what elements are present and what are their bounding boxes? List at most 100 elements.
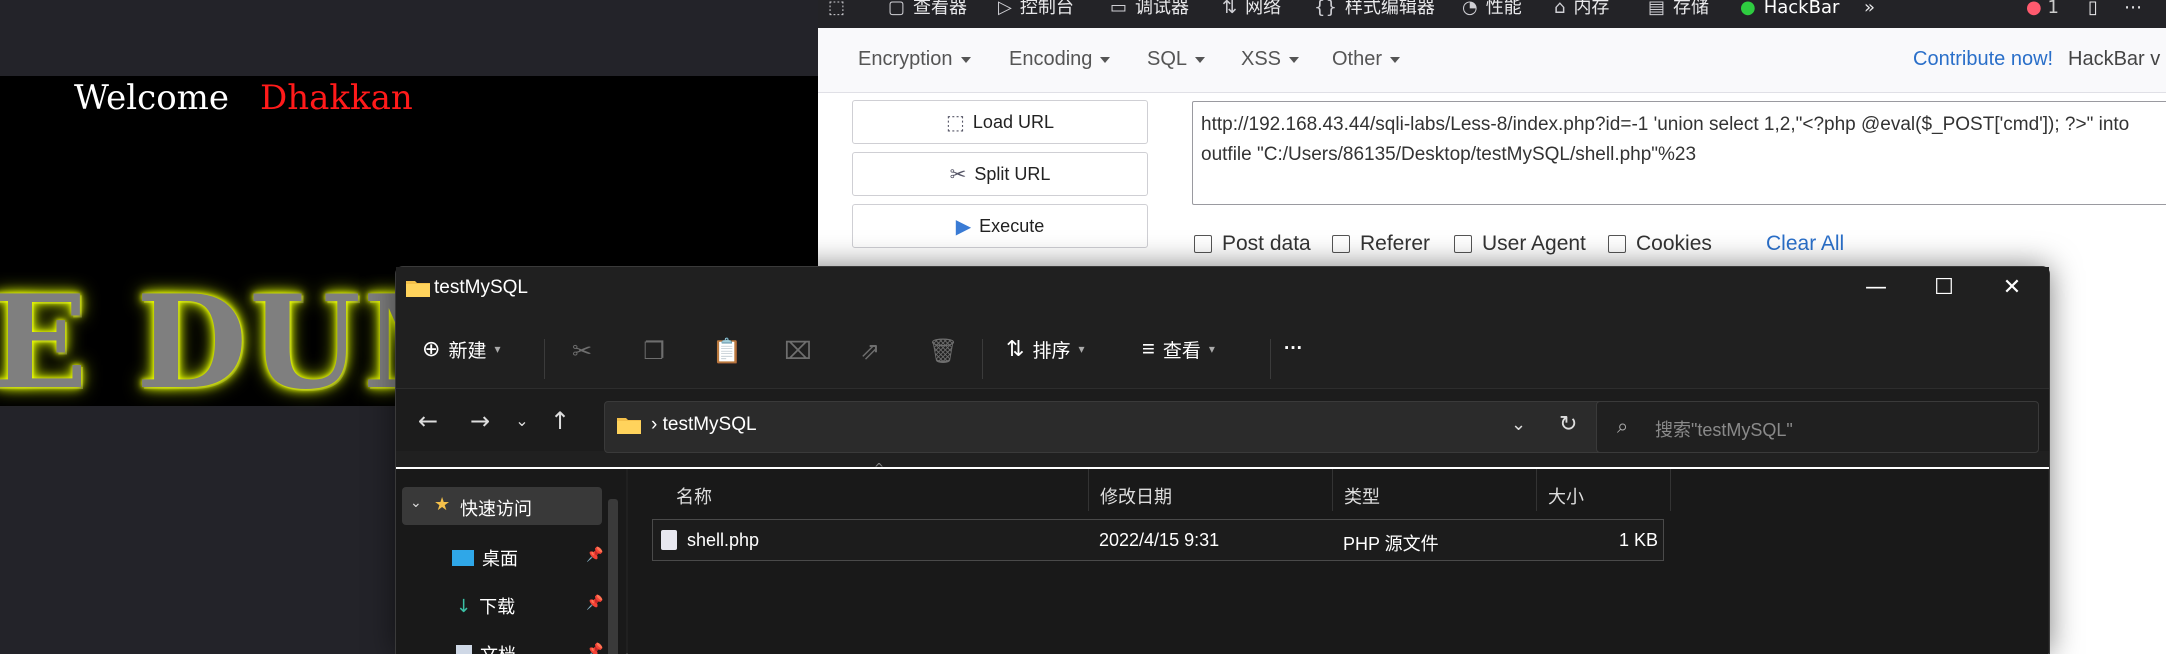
divider [982,339,983,379]
close-button[interactable]: ✕ [1992,275,2032,301]
file-name: shell.php [687,530,760,550]
post-data-checkbox[interactable]: Post data [1194,232,1311,256]
chevron-down-icon: ▾ [1078,342,1085,356]
error-badge[interactable]: ● 1 [2026,0,2059,28]
menu-sql[interactable]: SQL [1147,48,1205,71]
address-bar[interactable]: › testMySQL ⌄ ↻ [604,401,1606,453]
tab-memory[interactable]: ⌂ 内存 [1554,0,1609,28]
divider [1536,469,1537,511]
folder-icon [617,418,641,434]
tab-network[interactable]: ⇅ 网络 [1222,0,1281,28]
php-file-icon [661,530,677,550]
user-agent-checkbox[interactable]: User Agent [1454,232,1586,256]
url-input[interactable]: http://192.168.43.44/sqli-labs/Less-8/in… [1192,101,2166,205]
debugger-icon: ▭ [1110,0,1128,18]
view-button[interactable]: ≡ 查看 ▾ [1142,331,1215,367]
title-bar[interactable]: testMySQL — ☐ ✕ [396,267,2049,309]
file-size: 1 KB [1619,530,1659,550]
memory-icon: ⌂ [1554,0,1566,18]
menu-other[interactable]: Other [1332,48,1400,71]
folder-icon [406,281,430,297]
load-url-icon: ⬚ [946,111,965,134]
referer-checkbox[interactable]: Referer [1332,232,1430,256]
desktop-icon [452,550,474,566]
sidebar-item-documents[interactable]: 文档 [456,641,516,654]
file-list: ^ 名称 修改日期 类型 大小 shell.php 2022/4/15 9:31… [628,461,2048,654]
rename-icon[interactable]: ⌧ [784,337,812,365]
sort-icon: ⇅ [1006,336,1025,361]
execute-button[interactable]: ▶ Execute [852,204,1148,248]
divider [1270,339,1271,379]
search-box[interactable]: ⌕ 搜索"testMySQL" [1596,401,2039,453]
hackbar-icon: ● [1740,0,1756,18]
quick-access-item[interactable]: ⌄ ★ 快速访问 [402,487,602,525]
file-type: PHP 源文件 [1343,534,1439,554]
hackbar-menu: Encryption Encoding SQL XSS Other Contri… [818,28,2166,93]
back-arrow-icon[interactable]: ← [412,405,444,437]
divider [544,339,545,379]
window-title: testMySQL [434,277,528,298]
navigation-pane: ⌄ ★ 快速访问 桌面 📌 ↓下载 📌 文档 📌 [396,469,626,654]
tab-storage[interactable]: ▤ 存储 [1648,0,1709,28]
load-url-button[interactable]: ⬚ Load URL [852,100,1148,144]
sidebar-item-downloads[interactable]: ↓ 下载 [456,593,515,619]
devtools-toolbar: ⬚ ▢ 查看器 ▷ 控制台 ▭ 调试器 ⇅ 网络 {} 样式编辑器 ◔ 性能 ⌂ 内存 ▤ 存储… [818,0,2166,28]
tab-inspector[interactable]: ▢ 查看器 [888,0,967,28]
menu-encoding[interactable]: Encoding [1009,48,1110,71]
search-input[interactable]: 搜索"testMySQL" [1655,416,1793,442]
copy-icon[interactable]: ❐ [640,337,668,365]
network-icon: ⇅ [1222,0,1238,18]
pin-icon[interactable]: 📌 [586,595,603,611]
chevron-down-icon[interactable]: ⌄ [1511,414,1526,435]
tab-console[interactable]: ▷ 控制台 [998,0,1074,28]
address-path: › testMySQL [651,414,757,435]
column-header-modified[interactable]: 修改日期 [1100,483,1172,509]
recent-chevron-icon[interactable]: ⌄ [506,405,538,437]
console-icon: ▷ [998,0,1012,18]
maximize-button[interactable]: ☐ [1924,275,1964,301]
dock-icon[interactable]: ▯ [2088,0,2098,28]
menu-dots-icon[interactable]: ⋯ [2124,0,2142,28]
overflow-chevron-icon[interactable]: » [1864,0,1875,28]
delete-icon[interactable]: 🗑 [928,337,958,365]
up-arrow-icon[interactable]: ↑ [544,405,576,437]
paste-icon[interactable]: 📋 [712,337,742,365]
column-header-size[interactable]: 大小 [1548,483,1584,509]
tab-hackbar[interactable]: ● HackBar [1740,0,1839,28]
share-icon[interactable]: ⇗ [856,337,884,365]
scissors-icon: ✂ [949,163,967,186]
minimize-button[interactable]: — [1856,275,1896,301]
new-button[interactable]: ⊕ 新建 ▾ [422,331,500,367]
tab-style-editor[interactable]: {} 样式编辑器 [1314,0,1435,28]
refresh-icon[interactable]: ↻ [1559,412,1577,437]
more-options-button[interactable]: ··· [1284,331,1303,367]
clear-all-link[interactable]: Clear All [1766,232,1844,256]
tab-performance[interactable]: ◔ 性能 [1462,0,1522,28]
tab-debugger[interactable]: ▭ 调试器 [1110,0,1189,28]
performance-icon: ◔ [1462,0,1478,18]
plus-circle-icon: ⊕ [422,336,441,361]
split-url-button[interactable]: ✂ Split URL [852,152,1148,196]
storage-icon: ▤ [1648,0,1666,18]
menu-xss[interactable]: XSS [1241,48,1299,71]
divider [1670,469,1671,511]
pick-element-icon[interactable]: ⬚ [828,0,853,28]
sort-button[interactable]: ⇅ 排序 ▾ [1006,331,1084,367]
scrollbar[interactable] [608,499,618,654]
welcome-text: Welcome [74,78,230,118]
cut-icon[interactable]: ✂ [568,337,596,365]
table-row[interactable]: shell.php 2022/4/15 9:31 PHP 源文件 1 KB [652,519,1664,561]
hackbar-version: HackBar v [2068,48,2161,70]
pin-icon[interactable]: 📌 [586,547,603,563]
contribute-link[interactable]: Contribute now! [1913,48,2053,71]
cookies-checkbox[interactable]: Cookies [1608,232,1712,256]
column-header-name[interactable]: 名称 [676,483,712,509]
menu-encryption[interactable]: Encryption [858,48,971,71]
download-icon: ↓ [456,595,472,617]
sidebar-item-desktop[interactable]: 桌面 [452,545,518,571]
pin-icon[interactable]: 📌 [586,643,603,654]
column-header-type[interactable]: 类型 [1344,483,1380,509]
forward-arrow-icon[interactable]: → [464,405,496,437]
command-bar: ⊕ 新建 ▾ ✂ ❐ 📋 ⌧ ⇗ 🗑 ⇅ 排序 ▾ ≡ 查看 ▾ ··· [396,309,2049,389]
divider [1088,469,1089,511]
